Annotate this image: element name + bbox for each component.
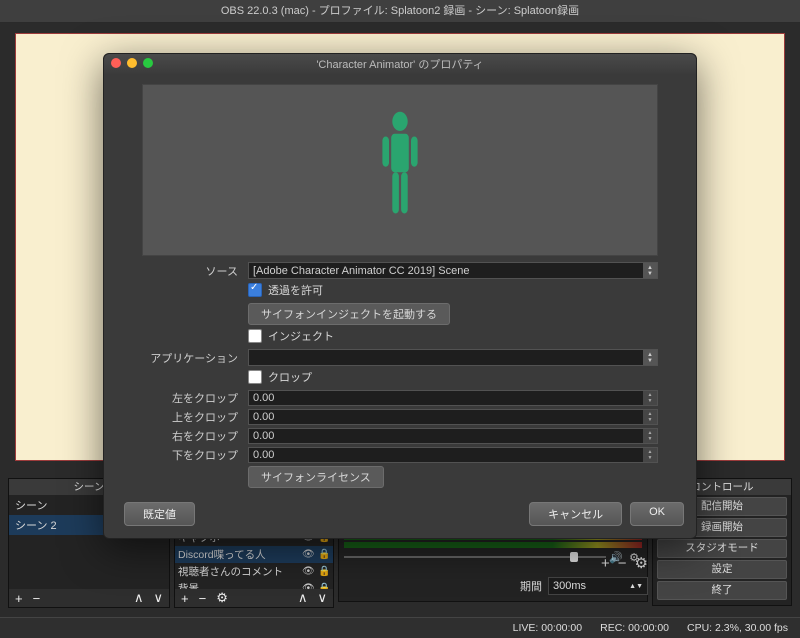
status-cpu: CPU: 2.3%, 30.00 fps	[687, 622, 788, 634]
source-label: ソース	[142, 263, 248, 279]
transition-duration-label: 期間	[520, 578, 542, 594]
transition-gear-icon[interactable]: ⚙	[635, 554, 648, 572]
close-icon[interactable]	[111, 58, 121, 68]
syphon-license-button[interactable]: サイフォンライセンス	[248, 466, 384, 488]
visibility-icon[interactable]: 👁	[302, 566, 314, 577]
meter-right	[344, 542, 642, 548]
app-titlebar: OBS 22.0.3 (mac) - プロファイル: Splatoon2 録画 …	[0, 0, 800, 23]
crop-right-label: 右をクロップ	[142, 428, 248, 444]
add-transition-icon[interactable]: +	[601, 555, 610, 572]
properties-dialog: 'Character Animator' のプロパティ ソース [	[103, 53, 697, 539]
crop-bottom-input[interactable]: 0.00▲▼	[248, 447, 658, 463]
remove-transition-icon[interactable]: −	[618, 555, 627, 572]
status-bar: LIVE: 00:00:00 REC: 00:00:00 CPU: 2.3%, …	[0, 617, 800, 638]
transitions-panel: + − ⚙ 期間 300ms▲▼	[338, 553, 648, 602]
control-button[interactable]: 設定	[657, 560, 787, 579]
sources-toolbar: + − ⚙ ∧ ∨	[175, 589, 333, 607]
minimize-icon[interactable]	[127, 58, 137, 68]
control-button[interactable]: スタジオモード	[657, 539, 787, 558]
visibility-icon[interactable]: 👁	[302, 549, 314, 560]
crop-left-input[interactable]: 0.00▲▼	[248, 390, 658, 406]
crop-bottom-label: 下をクロップ	[142, 447, 248, 463]
crop-checkbox[interactable]: クロップ	[248, 369, 312, 385]
dialog-titlebar: 'Character Animator' のプロパティ	[104, 54, 696, 74]
add-source-icon[interactable]: +	[181, 591, 189, 606]
source-up-icon[interactable]: ∧	[298, 590, 308, 606]
scene-down-icon[interactable]: ∨	[153, 590, 163, 606]
add-scene-icon[interactable]: +	[15, 591, 23, 606]
lock-icon[interactable]: 🔒	[318, 549, 330, 560]
allow-transparency-checkbox[interactable]: 透過を許可	[248, 282, 323, 298]
remove-source-icon[interactable]: −	[199, 591, 207, 606]
source-item[interactable]: Discord喋ってる人👁🔒	[175, 546, 333, 563]
crop-top-label: 上をクロップ	[142, 409, 248, 425]
crop-top-input[interactable]: 0.00▲▼	[248, 409, 658, 425]
remove-scene-icon[interactable]: −	[33, 591, 41, 606]
scenes-toolbar: + − ∧ ∨	[9, 589, 169, 607]
status-live: LIVE: 00:00:00	[513, 622, 582, 634]
lock-icon[interactable]: 🔒	[318, 566, 330, 577]
defaults-button[interactable]: 既定値	[124, 502, 195, 526]
scene-up-icon[interactable]: ∧	[134, 590, 144, 606]
source-down-icon[interactable]: ∨	[317, 590, 327, 606]
crop-left-label: 左をクロップ	[142, 390, 248, 406]
source-preview	[142, 84, 658, 256]
transition-duration-input[interactable]: 300ms▲▼	[548, 577, 648, 595]
crop-right-input[interactable]: 0.00▲▼	[248, 428, 658, 444]
character-graphic	[376, 109, 424, 231]
source-select[interactable]: [Adobe Character Animator CC 2019] Scene…	[248, 262, 658, 279]
status-rec: REC: 00:00:00	[600, 622, 669, 634]
dialog-title: 'Character Animator' のプロパティ	[104, 56, 696, 72]
control-button[interactable]: 終了	[657, 581, 787, 600]
cancel-button[interactable]: キャンセル	[529, 502, 622, 526]
application-select[interactable]: ▲▼	[248, 349, 658, 366]
source-item[interactable]: 視聴者さんのコメント👁🔒	[175, 563, 333, 580]
inject-checkbox[interactable]: インジェクト	[248, 328, 334, 344]
ok-button[interactable]: OK	[630, 502, 684, 526]
source-settings-icon[interactable]: ⚙	[216, 590, 228, 606]
zoom-icon[interactable]	[143, 58, 153, 68]
launch-injector-button[interactable]: サイフォンインジェクトを起動する	[248, 303, 450, 325]
application-label: アプリケーション	[142, 350, 248, 366]
